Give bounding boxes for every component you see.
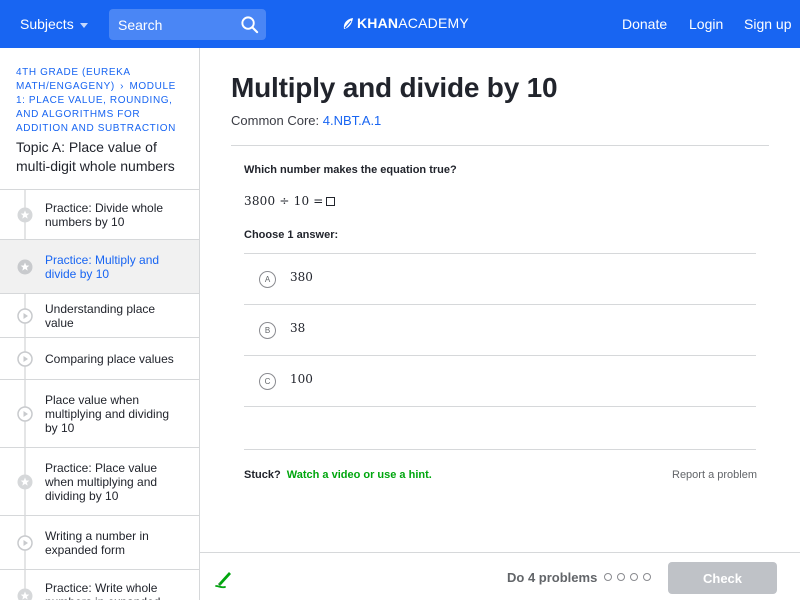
play-icon [17, 307, 33, 324]
subjects-menu[interactable]: Subjects [20, 16, 88, 32]
progress-dot [630, 573, 638, 581]
answer-choice-a[interactable]: A 380 [244, 254, 756, 305]
choice-value: 100 [290, 372, 313, 386]
question-prompt: Which number makes the equation true? [244, 164, 457, 176]
play-icon [17, 350, 33, 367]
sidebar-item-understanding-place-value[interactable]: Understanding place value [0, 293, 199, 337]
sidebar-item-label: Writing a number in expanded form [45, 528, 149, 557]
sidebar-item-label: Practice: Multiply and divide by 10 [45, 252, 160, 281]
pencil-icon[interactable] [213, 567, 235, 589]
progress-dot [643, 573, 651, 581]
stuck-label: Stuck? [244, 469, 281, 481]
choice-value: 38 [290, 321, 306, 335]
equation-text: 3800 ÷ 10 = [244, 194, 324, 208]
top-navigation-bar: Subjects KHANACADEMY Donate Login Sign u… [0, 0, 800, 48]
sidebar-item-label: Place value when multiplying and dividin… [45, 392, 170, 435]
choice-radio[interactable]: A [259, 271, 276, 288]
donate-link[interactable]: Donate [622, 16, 667, 32]
page-title: Multiply and divide by 10 [231, 72, 558, 103]
progress-dots [604, 573, 651, 581]
sidebar-item-divide-whole-numbers[interactable]: Practice: Divide whole numbers by 10 [0, 189, 199, 239]
progress-dot [604, 573, 612, 581]
common-core-label: Common Core: [231, 113, 320, 128]
sidebar-item-label: Comparing place values [45, 351, 174, 366]
logo-brand: KHAN [357, 15, 399, 31]
answer-choice-b[interactable]: B 38 [244, 305, 756, 356]
signup-link[interactable]: Sign up [744, 16, 791, 32]
problems-count-label: Do 4 problems [507, 570, 598, 585]
hint-link[interactable]: Watch a video or use a hint. [287, 469, 432, 481]
check-button[interactable]: Check [668, 562, 777, 594]
breadcrumb-course[interactable]: 4th grade (Eureka Math/EngageNY) [16, 67, 130, 92]
exercise-footer: Do 4 problems Check [200, 552, 800, 600]
search-input[interactable] [109, 9, 234, 40]
breadcrumb-separator: › [120, 81, 125, 92]
sidebar: 4th grade (Eureka Math/EngageNY) › Modul… [0, 48, 200, 600]
khan-academy-logo[interactable]: KHANACADEMY [342, 15, 469, 31]
common-core-link[interactable]: 4.NBT.A.1 [323, 113, 382, 128]
blank-box [325, 197, 335, 206]
divider [231, 145, 769, 146]
sidebar-item-label: Understanding place value [45, 301, 156, 330]
login-link[interactable]: Login [689, 16, 723, 32]
play-icon [17, 534, 33, 551]
star-icon [17, 259, 33, 274]
progress-dot [617, 573, 625, 581]
search-box [109, 9, 266, 40]
report-problem-link[interactable]: Report a problem [672, 469, 757, 481]
star-icon [17, 207, 33, 222]
choice-radio[interactable]: C [259, 373, 276, 390]
star-icon [17, 474, 33, 489]
topic-title[interactable]: Topic A: Place value of multi-digit whol… [16, 138, 192, 176]
leaf-logo-icon [343, 17, 353, 29]
play-icon [17, 405, 33, 422]
chevron-down-icon [79, 22, 88, 28]
subjects-label: Subjects [20, 16, 74, 32]
sidebar-item-practice-expanded-form[interactable]: Practice: Write whole numbers in expande… [0, 569, 199, 600]
sidebar-item-comparing-place-values[interactable]: Comparing place values [0, 337, 199, 379]
breadcrumb: 4th grade (Eureka Math/EngageNY) › Modul… [16, 66, 188, 136]
sidebar-item-practice-place-value[interactable]: Practice: Place value when multiplying a… [0, 447, 199, 515]
answer-choice-c[interactable]: C 100 [244, 356, 756, 407]
sidebar-item-place-value-multiplying[interactable]: Place value when multiplying and dividin… [0, 379, 199, 447]
choice-radio[interactable]: B [259, 322, 276, 339]
sidebar-item-label: Practice: Divide whole numbers by 10 [45, 200, 164, 229]
sidebar-item-expanded-form[interactable]: Writing a number in expanded form [0, 515, 199, 569]
choose-label: Choose 1 answer: [244, 229, 339, 241]
stuck-section: Stuck? Watch a video or use a hint. [244, 469, 432, 481]
divider [244, 449, 756, 450]
logo-suffix: ACADEMY [398, 15, 469, 31]
common-core-standard: Common Core: 4.NBT.A.1 [231, 113, 381, 128]
sidebar-item-multiply-divide[interactable]: Practice: Multiply and divide by 10 [0, 239, 199, 293]
star-icon [17, 588, 33, 600]
choice-value: 380 [290, 270, 313, 284]
sidebar-list: Practice: Divide whole numbers by 10 Pra… [0, 189, 199, 600]
sidebar-item-label: Practice: Write whole numbers in expande… [45, 581, 160, 600]
sidebar-item-label: Practice: Place value when multiplying a… [45, 460, 158, 503]
search-icon[interactable] [240, 15, 259, 34]
equation: 3800 ÷ 10 = [244, 194, 335, 208]
exercise-panel: Multiply and divide by 10 Common Core: 4… [200, 48, 800, 600]
